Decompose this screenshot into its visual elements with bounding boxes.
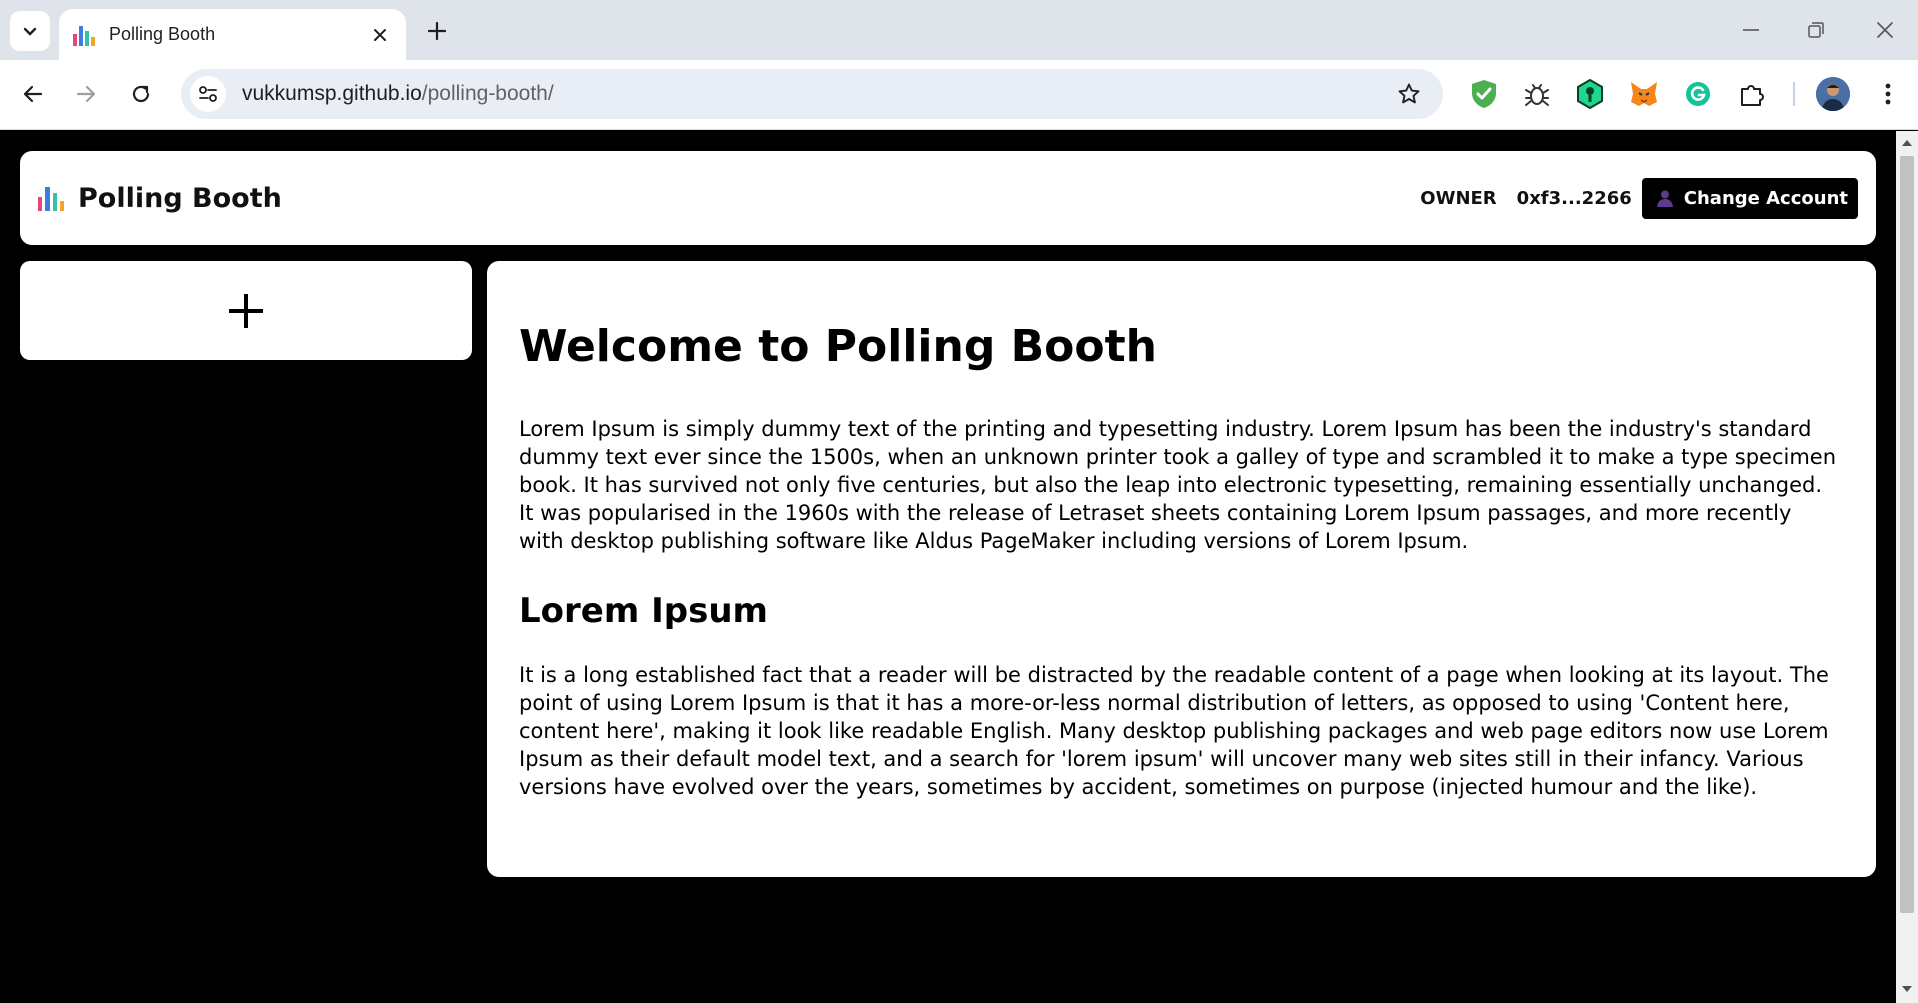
profile-avatar[interactable]: [1816, 77, 1850, 111]
poll-chart-icon: [73, 24, 95, 46]
vertical-scrollbar[interactable]: [1896, 131, 1918, 1003]
add-poll-button[interactable]: [20, 261, 472, 360]
more-vert-icon[interactable]: [1870, 76, 1906, 112]
tab-title: Polling Booth: [109, 24, 216, 44]
star-icon[interactable]: [1389, 74, 1429, 114]
page-viewport: Polling Booth OWNER 0xf3...2266 Change A…: [0, 131, 1896, 1003]
reload-icon[interactable]: [120, 73, 162, 115]
tab-search-icon[interactable]: [10, 11, 50, 51]
user-icon: [1656, 190, 1673, 207]
intro-paragraph: Lorem Ipsum is simply dummy text of the …: [519, 417, 1837, 553]
plus-icon: [428, 22, 446, 40]
poll-chart-icon: [38, 185, 64, 211]
hexagon-extension-icon[interactable]: [1572, 76, 1608, 112]
app-header: Polling Booth OWNER 0xf3...2266 Change A…: [20, 151, 1876, 245]
grammarly-icon[interactable]: [1680, 76, 1716, 112]
owner-address: 0xf3...2266: [1516, 187, 1632, 209]
change-account-label: Change Account: [1683, 187, 1848, 209]
scroll-down-arrow-icon[interactable]: [1901, 983, 1913, 995]
account-area: OWNER 0xf3...2266 Change Account: [1420, 177, 1858, 219]
shield-extension-icon[interactable]: [1466, 76, 1502, 112]
close-icon[interactable]: [368, 23, 392, 47]
metamask-fox-icon[interactable]: [1626, 76, 1662, 112]
toolbar-separator: [1793, 82, 1795, 106]
scrollbar-thumb[interactable]: [1900, 156, 1914, 913]
restore-icon[interactable]: [1788, 10, 1844, 50]
site-settings-icon[interactable]: [190, 76, 226, 112]
brand: Polling Booth: [38, 183, 282, 214]
address-bar[interactable]: vukkumsp.github.io/polling-booth/: [181, 69, 1443, 119]
app-title: Polling Booth: [78, 182, 282, 214]
change-account-button[interactable]: Change Account: [1641, 177, 1858, 219]
page-title: Welcome to Polling Booth: [519, 321, 1157, 372]
tab-strip: Polling Booth: [0, 0, 1918, 60]
puzzle-extensions-icon[interactable]: [1734, 76, 1770, 112]
forward-arrow-icon[interactable]: [65, 73, 107, 115]
browser-tab[interactable]: Polling Booth: [59, 9, 406, 60]
window-close-icon[interactable]: [1857, 10, 1913, 50]
bug-extension-icon[interactable]: [1519, 76, 1555, 112]
back-arrow-icon[interactable]: [12, 73, 54, 115]
owner-label: OWNER: [1420, 187, 1497, 209]
new-tab-button[interactable]: [420, 14, 454, 48]
url-text: vukkumsp.github.io/polling-booth/: [242, 82, 554, 105]
body-paragraph: It is a long established fact that a rea…: [519, 663, 1829, 799]
welcome-panel: Welcome to Polling Booth Lorem Ipsum is …: [487, 261, 1876, 877]
minimize-icon[interactable]: [1723, 10, 1779, 50]
section-heading: Lorem Ipsum: [519, 591, 768, 631]
browser-toolbar: vukkumsp.github.io/polling-booth/: [0, 60, 1918, 130]
scroll-up-arrow-icon[interactable]: [1901, 137, 1913, 149]
plus-icon: [229, 293, 263, 328]
